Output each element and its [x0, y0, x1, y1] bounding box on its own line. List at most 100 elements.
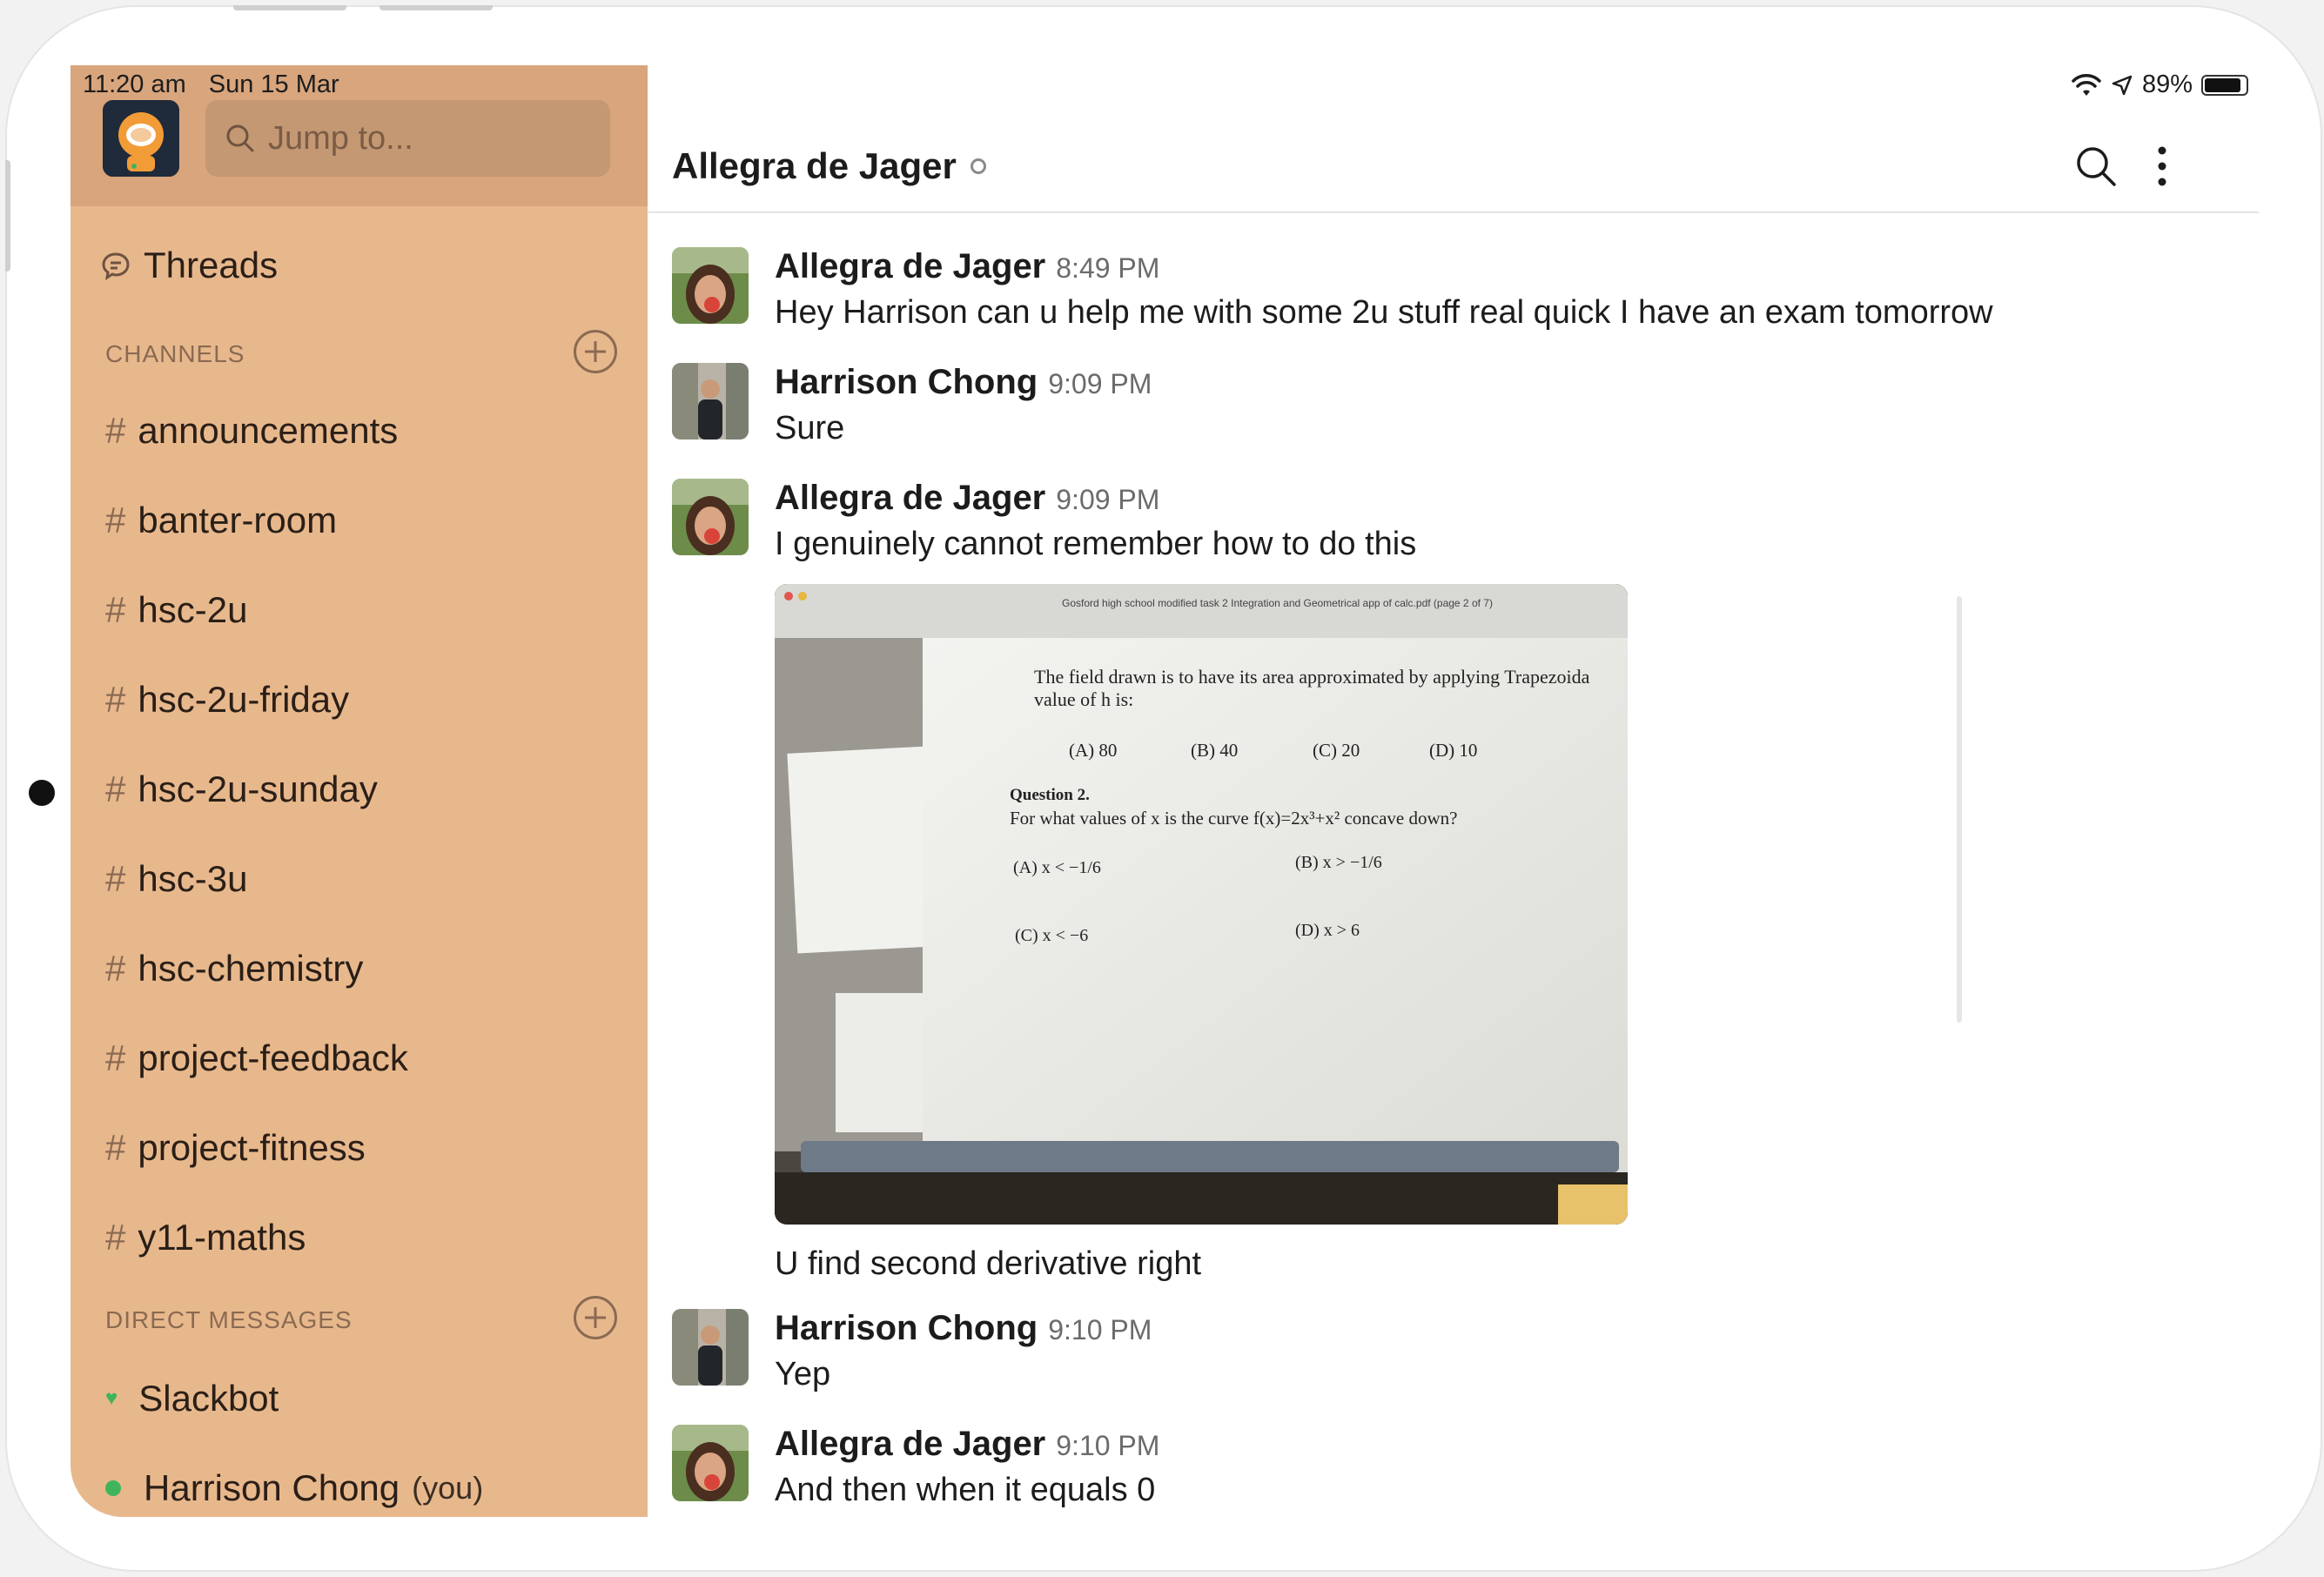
channel-label: banter-room: [138, 500, 338, 540]
sender-name[interactable]: Harrison Chong: [775, 363, 1038, 401]
message-text: Hey Harrison can u help me with some 2u …: [775, 294, 1993, 331]
message-text: Sure: [775, 410, 845, 446]
battery-fill: [2205, 77, 2240, 92]
sender-name[interactable]: Harrison Chong: [775, 1309, 1038, 1347]
channel-hsc-chemistry[interactable]: # hsc-chemistry: [105, 948, 363, 990]
more-options-button[interactable]: [2153, 144, 2171, 193]
channel-label: hsc-2u-friday: [138, 679, 350, 720]
photo-text: (A) 80: [1069, 740, 1117, 761]
jump-to-input[interactable]: [266, 118, 601, 158]
photo-text: (C) 20: [1313, 740, 1360, 761]
channel-hsc-3u[interactable]: # hsc-3u: [105, 858, 247, 900]
message-header: Harrison Chong 9:09 PM: [775, 363, 1152, 402]
message-time: 9:10 PM: [1048, 1314, 1152, 1345]
channel-announcements[interactable]: # announcements: [105, 410, 398, 452]
away-status-icon: [970, 158, 986, 174]
channel-label: y11-maths: [138, 1217, 306, 1258]
search-button[interactable]: [2073, 144, 2119, 193]
avatar-harrison[interactable]: [672, 363, 749, 440]
message-text: Yep: [775, 1356, 831, 1392]
message-header: Allegra de Jager 8:49 PM: [775, 247, 1159, 286]
photo-text: value of h is:: [1034, 688, 1133, 710]
dm-header[interactable]: DIRECT MESSAGES: [105, 1306, 353, 1334]
hash-icon: #: [105, 1217, 126, 1258]
channel-banter-room[interactable]: # banter-room: [105, 500, 337, 541]
channel-label: announcements: [138, 410, 399, 451]
status-time: 11:20 am Sun 15 Mar: [83, 70, 362, 99]
hash-icon: #: [105, 1037, 126, 1078]
photo-text: (B) x > −1/6: [1295, 853, 1382, 872]
message-header: Harrison Chong 9:10 PM: [775, 1309, 1152, 1348]
dm-label: Harrison Chong: [144, 1467, 400, 1508]
dm-slackbot[interactable]: ♥ Slackbot: [105, 1378, 279, 1419]
search-icon: [2077, 147, 2116, 186]
battery-icon: [2201, 74, 2248, 96]
message-time: 8:49 PM: [1056, 252, 1160, 284]
threads-label: Threads: [144, 245, 279, 285]
channel-label: hsc-2u: [138, 589, 248, 630]
avatar-harrison[interactable]: [672, 1309, 749, 1386]
message-text: U find second derivative right: [775, 1245, 1202, 1282]
message-time: 9:10 PM: [1056, 1430, 1160, 1461]
add-channel-button[interactable]: [574, 330, 617, 373]
channel-label: project-feedback: [138, 1037, 408, 1078]
photo-text: (D) x > 6: [1295, 921, 1360, 940]
scrollbar[interactable]: [1957, 596, 1962, 1023]
hardware-button: [5, 160, 10, 272]
sidebar-item-threads[interactable]: Threads: [100, 245, 278, 286]
sender-name[interactable]: Allegra de Jager: [775, 479, 1045, 517]
jump-to-search[interactable]: [205, 100, 610, 177]
conversation-title-text: Allegra de Jager: [672, 145, 957, 186]
hash-icon: #: [105, 500, 126, 540]
location-icon: [2112, 75, 2133, 95]
message-time: 9:09 PM: [1048, 368, 1152, 399]
image-attachment[interactable]: Gosford high school modified task 2 Inte…: [775, 584, 1628, 1225]
channels-header[interactable]: CHANNELS: [105, 340, 245, 368]
hash-icon: #: [105, 410, 126, 451]
channel-project-feedback[interactable]: # project-feedback: [105, 1037, 408, 1079]
channel-project-fitness[interactable]: # project-fitness: [105, 1127, 366, 1169]
sidebar: 11:20 am Sun 15 Mar Jump to... Threads C…: [71, 65, 648, 1517]
photo-text: (A) x < −1/6: [1013, 858, 1101, 877]
presence-dot: [105, 1480, 121, 1496]
channel-label: hsc-2u-sunday: [138, 768, 378, 809]
clock-date: Sun 15 Mar: [208, 70, 339, 98]
add-dm-button[interactable]: [574, 1296, 617, 1339]
photo-text: (D) 10: [1429, 740, 1477, 761]
hash-icon: #: [105, 948, 126, 989]
hash-icon: #: [105, 768, 126, 809]
battery-percent: 89%: [2141, 70, 2193, 98]
dm-harrison-chong[interactable]: Harrison Chong (you): [105, 1467, 483, 1509]
hash-icon: #: [105, 679, 126, 720]
dm-label: Slackbot: [138, 1378, 279, 1419]
you-label: (you): [412, 1470, 484, 1506]
sidebar-header: 11:20 am Sun 15 Mar: [71, 65, 648, 206]
avatar-allegra[interactable]: [672, 479, 749, 555]
message-header: Allegra de Jager 9:10 PM: [775, 1425, 1159, 1464]
avatar-allegra[interactable]: [672, 1425, 749, 1501]
threads-icon: [102, 252, 130, 281]
hash-icon: #: [105, 589, 126, 630]
channel-hsc-2u-sunday[interactable]: # hsc-2u-sunday: [105, 768, 378, 810]
channel-label: hsc-3u: [138, 858, 248, 899]
channel-hsc-2u-friday[interactable]: # hsc-2u-friday: [105, 679, 349, 721]
hash-icon: #: [105, 1127, 126, 1168]
conversation-pane: 89% Allegra de Jager Allegra de Jager 8:…: [648, 65, 2259, 1517]
channel-hsc-2u[interactable]: # hsc-2u: [105, 589, 247, 631]
message-text: And then when it equals 0: [775, 1472, 1156, 1508]
photo-text: Question 2.: [1010, 786, 1090, 804]
channel-label: project-fitness: [138, 1127, 366, 1168]
conversation-title[interactable]: Allegra de Jager: [672, 145, 986, 187]
photo-text: (C) x < −6: [1015, 926, 1088, 945]
avatar-allegra[interactable]: [672, 247, 749, 324]
camera-dot: [29, 780, 55, 806]
channel-y11-maths[interactable]: # y11-maths: [105, 1217, 306, 1258]
sender-name[interactable]: Allegra de Jager: [775, 247, 1045, 285]
workspace-icon[interactable]: [103, 100, 179, 177]
clock-time: 11:20 am: [83, 70, 186, 98]
hardware-button: [233, 5, 346, 10]
photo-text: (B) 40: [1191, 740, 1238, 761]
status-indicators: 89%: [2062, 70, 2248, 99]
hardware-button: [379, 5, 493, 10]
sender-name[interactable]: Allegra de Jager: [775, 1425, 1045, 1463]
